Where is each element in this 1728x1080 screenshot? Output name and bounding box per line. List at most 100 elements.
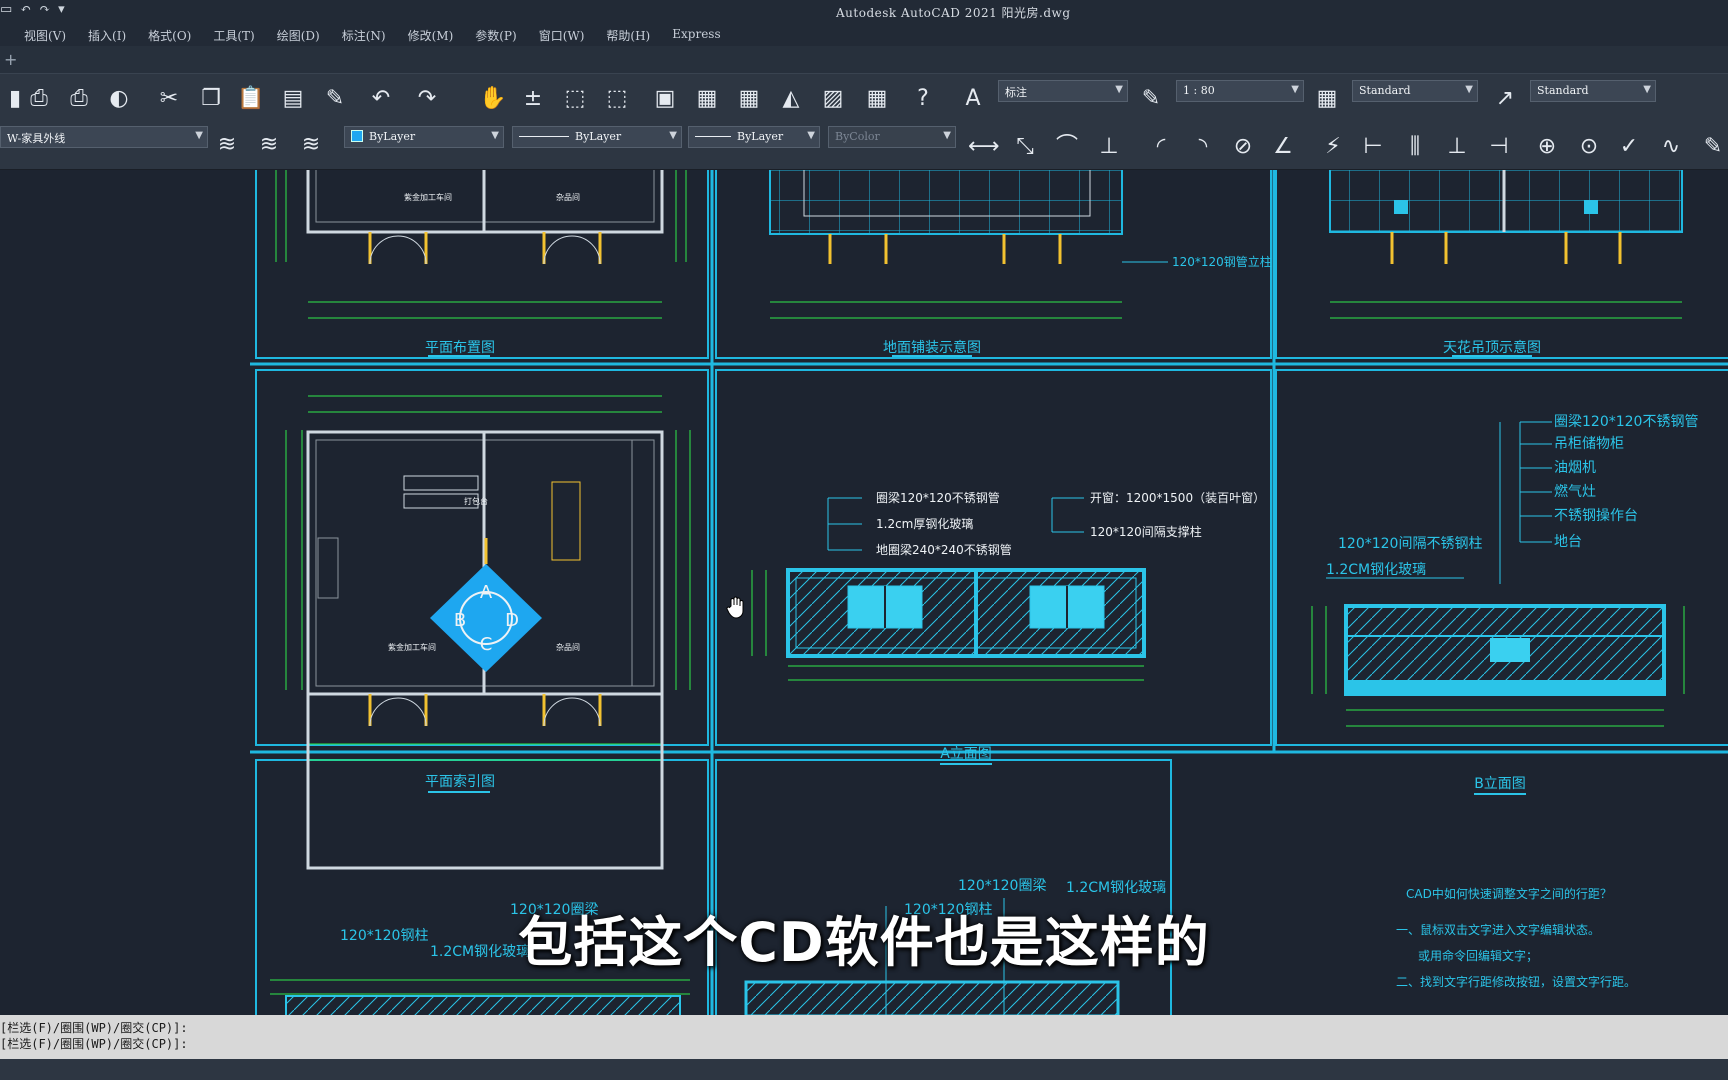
- menu-dimension[interactable]: 标注(N): [342, 24, 386, 46]
- layer-select[interactable]: W-家具外线 ▼: [0, 126, 208, 148]
- status-bar: [0, 1059, 1728, 1080]
- standard-toolbar: ▮ ⎙ ⎙ ◐ ✂ ❐ 📋 ▤ ✎ ↶ ↷ ✋ ± ⬚ ⬚ ▣ ▦ ▦ ◭ ▨ …: [0, 74, 1728, 124]
- sheet-set-icon[interactable]: ◭: [776, 84, 806, 114]
- room-label: 杂品间: [556, 643, 580, 652]
- undo-icon[interactable]: ↶: [366, 84, 396, 114]
- table-style-select[interactable]: Standard ▼: [1352, 80, 1478, 102]
- zoom-window-icon[interactable]: ⬚: [560, 84, 590, 114]
- block-editor-icon[interactable]: ✎: [320, 84, 350, 114]
- diameter-dimension-icon[interactable]: ⊘: [1228, 132, 1258, 162]
- dimension-edit-icon[interactable]: ✎: [1698, 132, 1728, 162]
- jogged-dimension-icon[interactable]: ◝: [1188, 132, 1218, 162]
- baseline-dimension-icon[interactable]: ⊢: [1358, 132, 1388, 162]
- file-tab-strip: +: [0, 46, 1728, 74]
- menu-parameters[interactable]: 参数(P): [475, 24, 516, 46]
- annotation: 圈梁120*120不锈钢管: [1554, 414, 1698, 430]
- linetype-select[interactable]: ByLayer ▼: [512, 126, 682, 148]
- properties-icon[interactable]: ▣: [650, 84, 680, 114]
- table-style-icon[interactable]: ▦: [1312, 84, 1342, 114]
- annotation: 燃气灶: [1554, 483, 1596, 500]
- publish-3d-icon[interactable]: ◐: [104, 84, 134, 114]
- tool-palettes-icon[interactable]: ▦: [734, 84, 764, 114]
- copy-icon[interactable]: ❐: [196, 84, 226, 114]
- multileader-style-icon[interactable]: ↗: [1490, 84, 1520, 114]
- drawing-canvas[interactable]: 紫金加工车间 杂品间 平面布置图 120*120钢管立柱 地面铺装示意图 天花吊…: [0, 170, 1728, 1015]
- dimension-space-icon[interactable]: ⊥: [1442, 132, 1472, 162]
- index-marker-d: D: [505, 610, 519, 631]
- customize-dropdown-icon[interactable]: ▾: [58, 2, 65, 17]
- multileader-style-select[interactable]: Standard ▼: [1530, 80, 1656, 102]
- ordinate-dimension-icon[interactable]: ⊥: [1094, 132, 1124, 162]
- elevation-b-drawing: 圈梁120*120不锈钢管 吊柜储物柜 油烟机 燃气灶 不锈钢操作台 地台 12…: [1311, 414, 1698, 795]
- ceiling-drawing: 天花吊顶示意图: [1329, 170, 1683, 357]
- aligned-dimension-icon[interactable]: ⤡: [1010, 132, 1040, 162]
- calculator-icon[interactable]: ▦: [862, 84, 892, 114]
- jogged-linear-icon[interactable]: ∿: [1656, 132, 1686, 162]
- menu-help[interactable]: 帮助(H): [606, 24, 650, 46]
- text-style-icon[interactable]: A: [958, 84, 988, 114]
- panel-title: A立面图: [940, 746, 992, 762]
- room-label: 紫金加工车间: [404, 192, 452, 202]
- radius-dimension-icon[interactable]: ◜: [1146, 132, 1176, 162]
- panel-title: B立面图: [1474, 776, 1526, 792]
- annotation: 油烟机: [1554, 460, 1596, 476]
- design-center-icon[interactable]: ▦: [692, 84, 722, 114]
- index-marker-c: C: [480, 634, 493, 655]
- inspect-icon[interactable]: ✓: [1614, 132, 1644, 162]
- menu-express[interactable]: Express: [672, 24, 720, 46]
- annotation: 1.2CM钢化玻璃: [1066, 879, 1166, 896]
- tolerance-icon[interactable]: ⊕: [1532, 132, 1562, 162]
- paste-icon[interactable]: 📋: [236, 84, 266, 114]
- redo-icon[interactable]: ↷: [39, 2, 50, 17]
- layer-states-icon[interactable]: ≋: [296, 130, 326, 160]
- menu-insert[interactable]: 插入(I): [88, 24, 126, 46]
- annotation: 1.2cm厚钢化玻璃: [876, 517, 973, 531]
- annotation: 地圈梁240*240不锈钢管: [876, 542, 1012, 557]
- counter-label: 打包台: [464, 496, 488, 506]
- menu-modify[interactable]: 修改(M): [408, 24, 454, 46]
- match-properties-icon[interactable]: ▤: [278, 84, 308, 114]
- annotation: 1.2CM钢化玻璃: [1326, 561, 1426, 578]
- plotstyle-select: ByColor ▼: [828, 126, 956, 148]
- new-tab-icon[interactable]: +: [4, 50, 17, 69]
- undo-icon[interactable]: ↶: [20, 2, 31, 17]
- print-icon[interactable]: ⎙: [64, 84, 94, 114]
- angular-dimension-icon[interactable]: ∠: [1268, 132, 1298, 162]
- lineweight-select[interactable]: ByLayer ▼: [688, 126, 820, 148]
- annotation: 地台: [1554, 534, 1582, 550]
- menu-window[interactable]: 窗口(W): [539, 24, 585, 46]
- save-icon[interactable]: ▭: [0, 2, 12, 17]
- continue-dimension-icon[interactable]: ⫼: [1400, 132, 1430, 162]
- dimension-break-icon[interactable]: ⊣: [1484, 132, 1514, 162]
- plan-layout-drawing: 紫金加工车间 杂品间 平面布置图: [275, 170, 687, 357]
- plot-preview-icon[interactable]: ⎙: [24, 84, 54, 114]
- menu-view[interactable]: 视图(V): [24, 24, 66, 46]
- menu-draw[interactable]: 绘图(D): [277, 24, 320, 46]
- menu-format[interactable]: 格式(O): [148, 24, 191, 46]
- help-icon[interactable]: ?: [908, 84, 938, 114]
- color-select[interactable]: ByLayer ▼: [344, 126, 504, 148]
- room-label: 杂品间: [556, 193, 580, 202]
- arc-length-icon[interactable]: ⌒: [1052, 132, 1082, 162]
- linear-dimension-icon[interactable]: ⟷: [968, 132, 1000, 162]
- pan-cursor-icon: [726, 596, 744, 619]
- layer-previous-icon[interactable]: ≋: [254, 130, 284, 160]
- index-marker-b: B: [454, 610, 466, 631]
- annotation: 吊柜储物柜: [1554, 436, 1624, 452]
- dimension-style-icon[interactable]: ✎: [1136, 84, 1166, 114]
- quick-dimension-icon[interactable]: ⚡: [1318, 132, 1348, 162]
- pan-icon[interactable]: ✋: [478, 84, 508, 114]
- cut-icon[interactable]: ✂: [154, 84, 184, 114]
- make-current-layer-icon[interactable]: ≋: [212, 130, 242, 160]
- zoom-realtime-icon[interactable]: ±: [518, 84, 548, 114]
- scale-select[interactable]: 1 : 80 ▼: [1176, 80, 1304, 102]
- quick-access-toolbar: ▭ ↶ ↷ ▾: [0, 2, 65, 17]
- markup-icon[interactable]: ▨: [818, 84, 848, 114]
- annotation-style-select[interactable]: 标注 ▼: [998, 80, 1128, 102]
- menu-tools[interactable]: 工具(T): [213, 24, 254, 46]
- menu-bar: 视图(V) 插入(I) 格式(O) 工具(T) 绘图(D) 标注(N) 修改(M…: [0, 24, 1728, 46]
- center-mark-icon[interactable]: ⊙: [1574, 132, 1604, 162]
- redo-icon[interactable]: ↷: [412, 84, 442, 114]
- command-history: [栏选(F)/圈围(WP)/圈交(CP)]: [栏选(F)/圈围(WP)/圈交(…: [0, 1015, 1728, 1059]
- zoom-previous-icon[interactable]: ⬚: [602, 84, 632, 114]
